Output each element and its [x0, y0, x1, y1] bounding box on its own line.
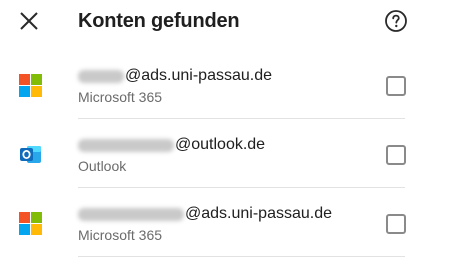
redacted-username [78, 69, 124, 83]
microsoft-logo-icon [19, 74, 42, 97]
divider [78, 256, 405, 257]
header: Konten gefunden [0, 0, 466, 44]
account-email: @outlook.de [78, 135, 265, 155]
close-button[interactable] [16, 8, 42, 34]
redacted-username [78, 138, 174, 152]
page-title: Konten gefunden [78, 10, 240, 32]
account-checkbox[interactable] [386, 214, 406, 234]
close-icon [20, 12, 38, 30]
account-provider: Microsoft 365 [78, 227, 163, 243]
account-checkbox[interactable] [386, 145, 406, 165]
account-checkbox[interactable] [386, 76, 406, 96]
account-email: @ads.uni-passau.de [78, 66, 272, 86]
accounts-found-screen: Konten gefunden @ads.uni-passau.de Micro… [0, 0, 466, 270]
account-provider: Microsoft 365 [78, 89, 163, 105]
account-row[interactable]: @ads.uni-passau.de Microsoft 365 [0, 50, 466, 118]
account-row[interactable]: @ads.uni-passau.de Microsoft 365 [0, 188, 466, 256]
account-email: @ads.uni-passau.de [78, 204, 332, 224]
account-row[interactable]: @outlook.de Outlook [0, 119, 466, 187]
microsoft-logo-icon [19, 212, 42, 235]
outlook-logo-icon [19, 143, 42, 166]
redacted-username [78, 207, 184, 221]
help-circle-icon [385, 10, 407, 32]
account-provider: Outlook [78, 158, 127, 174]
help-button[interactable] [384, 9, 408, 33]
